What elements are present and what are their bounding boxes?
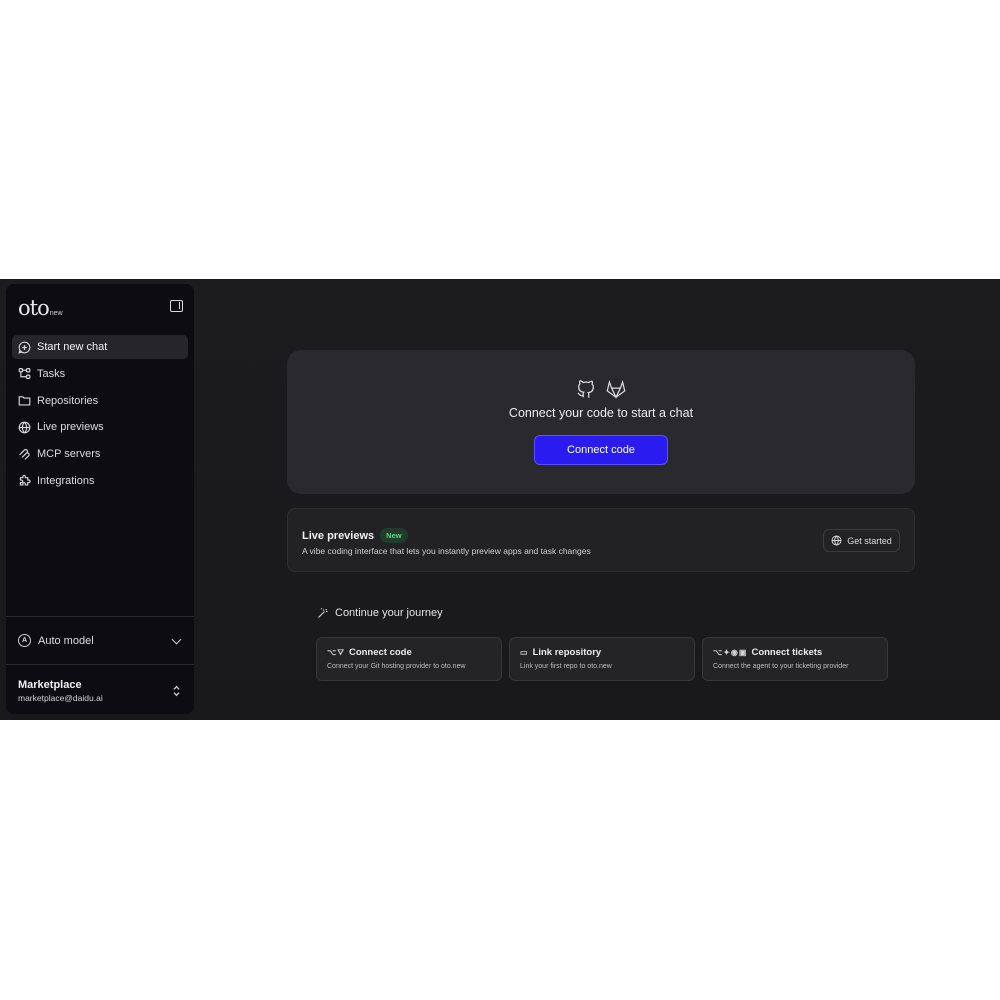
logo[interactable]: oto new [18, 296, 63, 320]
card-description: Link your first repo to oto.new [520, 663, 612, 670]
folder-icon [18, 396, 31, 406]
chevron-down-icon [171, 634, 182, 645]
connect-code-panel: Connect your code to start a chat Connec… [287, 350, 915, 494]
sidebar-item-label: Repositories [37, 394, 99, 407]
journey-title: Continue your journey [335, 607, 443, 619]
sidebar-item-mcp-servers[interactable]: MCP servers [12, 442, 188, 466]
journey-heading: Continue your journey [317, 607, 443, 619]
account-switcher[interactable]: Marketplace marketplace@daidu.ai [6, 665, 194, 714]
chevron-up-down-icon [173, 685, 180, 697]
sidebar-item-label: Start new chat [37, 341, 108, 353]
app-window: oto new Start new chat Tasks Repositorie… [0, 279, 1000, 720]
logo-suffix: new [49, 310, 63, 317]
live-previews-description: A vibe coding interface that lets you in… [302, 546, 591, 556]
card-title-text: Connect code [348, 647, 412, 658]
tasks-icon [18, 368, 31, 380]
sidebar-item-live-previews[interactable]: Live previews [12, 415, 188, 439]
journey-cards: ⌥⛛ Connect code Connect your Git hosting… [316, 637, 888, 681]
card-title-text: Connect tickets [751, 647, 823, 658]
card-title: ⌥⛛ Connect code [327, 647, 501, 658]
journey-card-connect-tickets[interactable]: ⌥✦◉▣ Connect tickets Connect the agent t… [702, 637, 888, 681]
globe-icon [831, 535, 842, 546]
account-name: Marketplace [18, 679, 82, 691]
card-description: Connect your Git hosting provider to oto… [327, 663, 466, 670]
sidebar-item-start-new-chat[interactable]: Start new chat [12, 335, 188, 359]
card-title: ▭ Link repository [520, 647, 694, 658]
sidebar-item-label: Live previews [37, 421, 104, 434]
sidebar: oto new Start new chat Tasks Repositorie… [6, 284, 194, 714]
get-started-button[interactable]: Get started [823, 529, 900, 552]
card-description: Connect the agent to your ticketing prov… [713, 663, 849, 670]
model-selector[interactable]: A Auto model [6, 617, 194, 664]
sidebar-item-label: MCP servers [37, 448, 101, 461]
journey-card-connect-code[interactable]: ⌥⛛ Connect code Connect your Git hosting… [316, 637, 502, 681]
new-badge: New [380, 528, 408, 543]
account-email: marketplace@daidu.ai [18, 693, 103, 703]
card-title-text: Link repository [532, 647, 602, 658]
connect-code-button[interactable]: Connect code [534, 435, 668, 465]
collapse-sidebar-icon[interactable] [170, 300, 183, 312]
github-icon [577, 380, 594, 398]
mcp-icon [19, 448, 30, 460]
magic-wand-icon [318, 608, 328, 618]
journey-card-link-repository[interactable]: ▭ Link repository Link your first repo t… [509, 637, 695, 681]
logo-main: oto [18, 296, 50, 320]
auto-model-icon: A [18, 634, 31, 647]
model-label: Auto model [38, 634, 94, 647]
sidebar-item-label: Tasks [37, 367, 66, 380]
get-started-label: Get started [847, 535, 892, 546]
chat-plus-icon [18, 341, 31, 354]
provider-icons [287, 378, 915, 400]
connect-code-title: Connect your code to start a chat [508, 406, 694, 420]
sidebar-nav: Start new chat Tasks Repositories Live p… [12, 335, 188, 496]
live-previews-label: Live previews [302, 529, 375, 542]
sidebar-item-integrations[interactable]: Integrations [12, 469, 188, 493]
sidebar-item-tasks[interactable]: Tasks [12, 362, 188, 386]
ticket-provider-icons: ⌥✦◉▣ [713, 648, 748, 657]
sidebar-item-label: Integrations [37, 474, 95, 487]
card-title: ⌥✦◉▣ Connect tickets [713, 647, 887, 658]
live-previews-card: Live previews New A vibe coding interfac… [287, 508, 915, 572]
folder-icon: ▭ [520, 648, 529, 657]
sidebar-item-repositories[interactable]: Repositories [12, 389, 188, 413]
globe-icon [18, 421, 31, 434]
live-previews-title: Live previews New [302, 528, 408, 543]
gitlab-icon [606, 379, 626, 399]
puzzle-icon [19, 475, 31, 487]
github-gitlab-icons: ⌥⛛ [327, 647, 345, 657]
